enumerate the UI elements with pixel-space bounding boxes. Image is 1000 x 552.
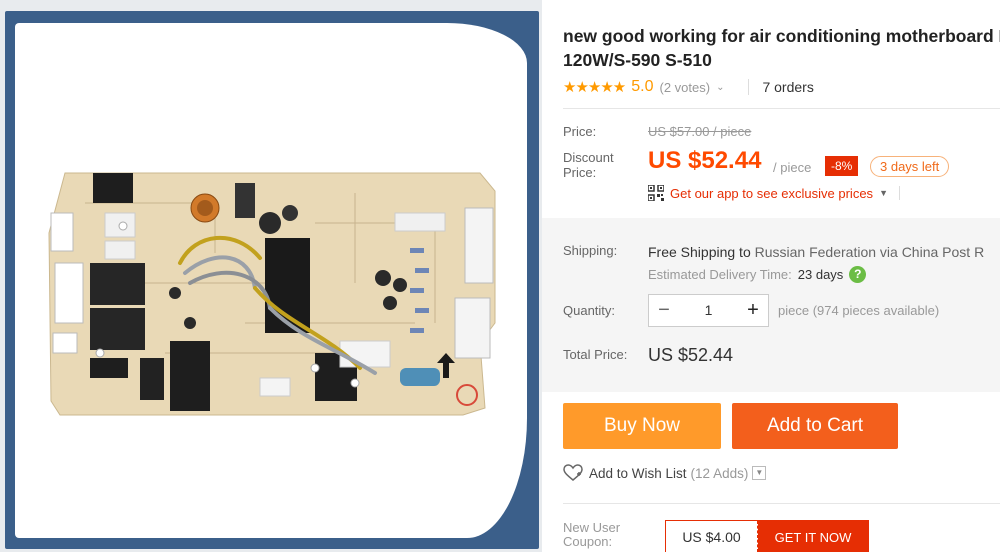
rating-score: 5.0 [631, 78, 654, 95]
coupon-card: US $4.00 GET IT NOW [665, 520, 869, 552]
rating-separator [748, 79, 750, 95]
add-to-cart-button[interactable]: Add to Cart [732, 403, 898, 449]
quantity-decrease-button[interactable]: − [649, 295, 679, 326]
add-to-wish-list-link[interactable]: Add to Wish List (12 Adds) ▼ [563, 464, 767, 482]
total-price: US $52.44 [648, 345, 734, 365]
product-title: new good working for air conditioning mo… [563, 24, 1000, 72]
image-gallery [0, 0, 542, 552]
title-line-2: 120W/S-590 S-510 [563, 50, 712, 70]
product-page: new good working for air conditioning mo… [0, 0, 1000, 552]
shipping-label: Shipping: [563, 243, 618, 258]
rating-row: ★★★★★ 5.0 (2 votes) ⌄ 7 orders [563, 77, 814, 97]
caret-down-icon[interactable]: ▼ [879, 188, 888, 198]
per-piece-unit: / piece [773, 160, 812, 175]
help-icon[interactable]: ? [849, 266, 867, 283]
circuit-board-image [48, 172, 496, 416]
star-icon: ★★★★★ [563, 79, 626, 96]
new-user-coupon-label: New User Coupon: [563, 520, 621, 549]
availability-text: piece (974 pieces available) [778, 303, 940, 318]
product-detail: new good working for air conditioning mo… [542, 0, 1000, 552]
discount-price-label: Discount Price: [563, 150, 614, 180]
total-price-label: Total Price: [563, 347, 628, 362]
free-shipping-text: Free Shipping to [648, 244, 751, 260]
eta-value: 23 days [797, 267, 844, 282]
main-product-image[interactable] [15, 23, 527, 538]
wish-adds-count: (12 Adds) [690, 465, 749, 481]
app-promo-link[interactable]: Get our app to see exclusive prices ▼ [648, 185, 900, 201]
app-separator [898, 186, 900, 200]
votes-link[interactable]: (2 votes) [660, 80, 711, 95]
discount-price: US $52.44 [648, 147, 762, 174]
original-price: US $57.00 / piece [648, 124, 752, 139]
delivery-estimate: Estimated Delivery Time: 23 days ? [648, 266, 867, 283]
heart-icon [563, 464, 583, 481]
quantity-stepper: − 1 + [648, 294, 769, 327]
title-line-1: new good working for air conditioning mo… [563, 26, 1000, 46]
shipping-destination[interactable]: Russian Federation via China Post R [755, 244, 985, 260]
buy-now-button[interactable]: Buy Now [563, 403, 721, 449]
chevron-down-icon[interactable]: ▼ [752, 466, 767, 480]
get-coupon-button[interactable]: GET IT NOW [758, 521, 868, 552]
qr-code-icon [648, 185, 664, 201]
eta-label: Estimated Delivery Time: [648, 267, 792, 282]
chevron-down-icon[interactable]: ⌄ [716, 82, 724, 93]
divider [563, 503, 1000, 504]
shipping-info[interactable]: Free Shipping to Russian Federation via … [648, 244, 984, 260]
orders-count: 7 orders [762, 79, 814, 95]
wish-list-label: Add to Wish List [589, 465, 687, 481]
discount-percent-badge: -8% [825, 156, 859, 176]
divider [563, 108, 1000, 109]
quantity-label: Quantity: [563, 303, 616, 318]
days-left-badge: 3 days left [870, 156, 950, 177]
price-label: Price: [563, 124, 597, 139]
app-promo-text: Get our app to see exclusive prices [670, 185, 874, 201]
coupon-amount: US $4.00 [666, 521, 758, 552]
quantity-increase-button[interactable]: + [738, 295, 768, 326]
quantity-input[interactable]: 1 [679, 295, 738, 326]
